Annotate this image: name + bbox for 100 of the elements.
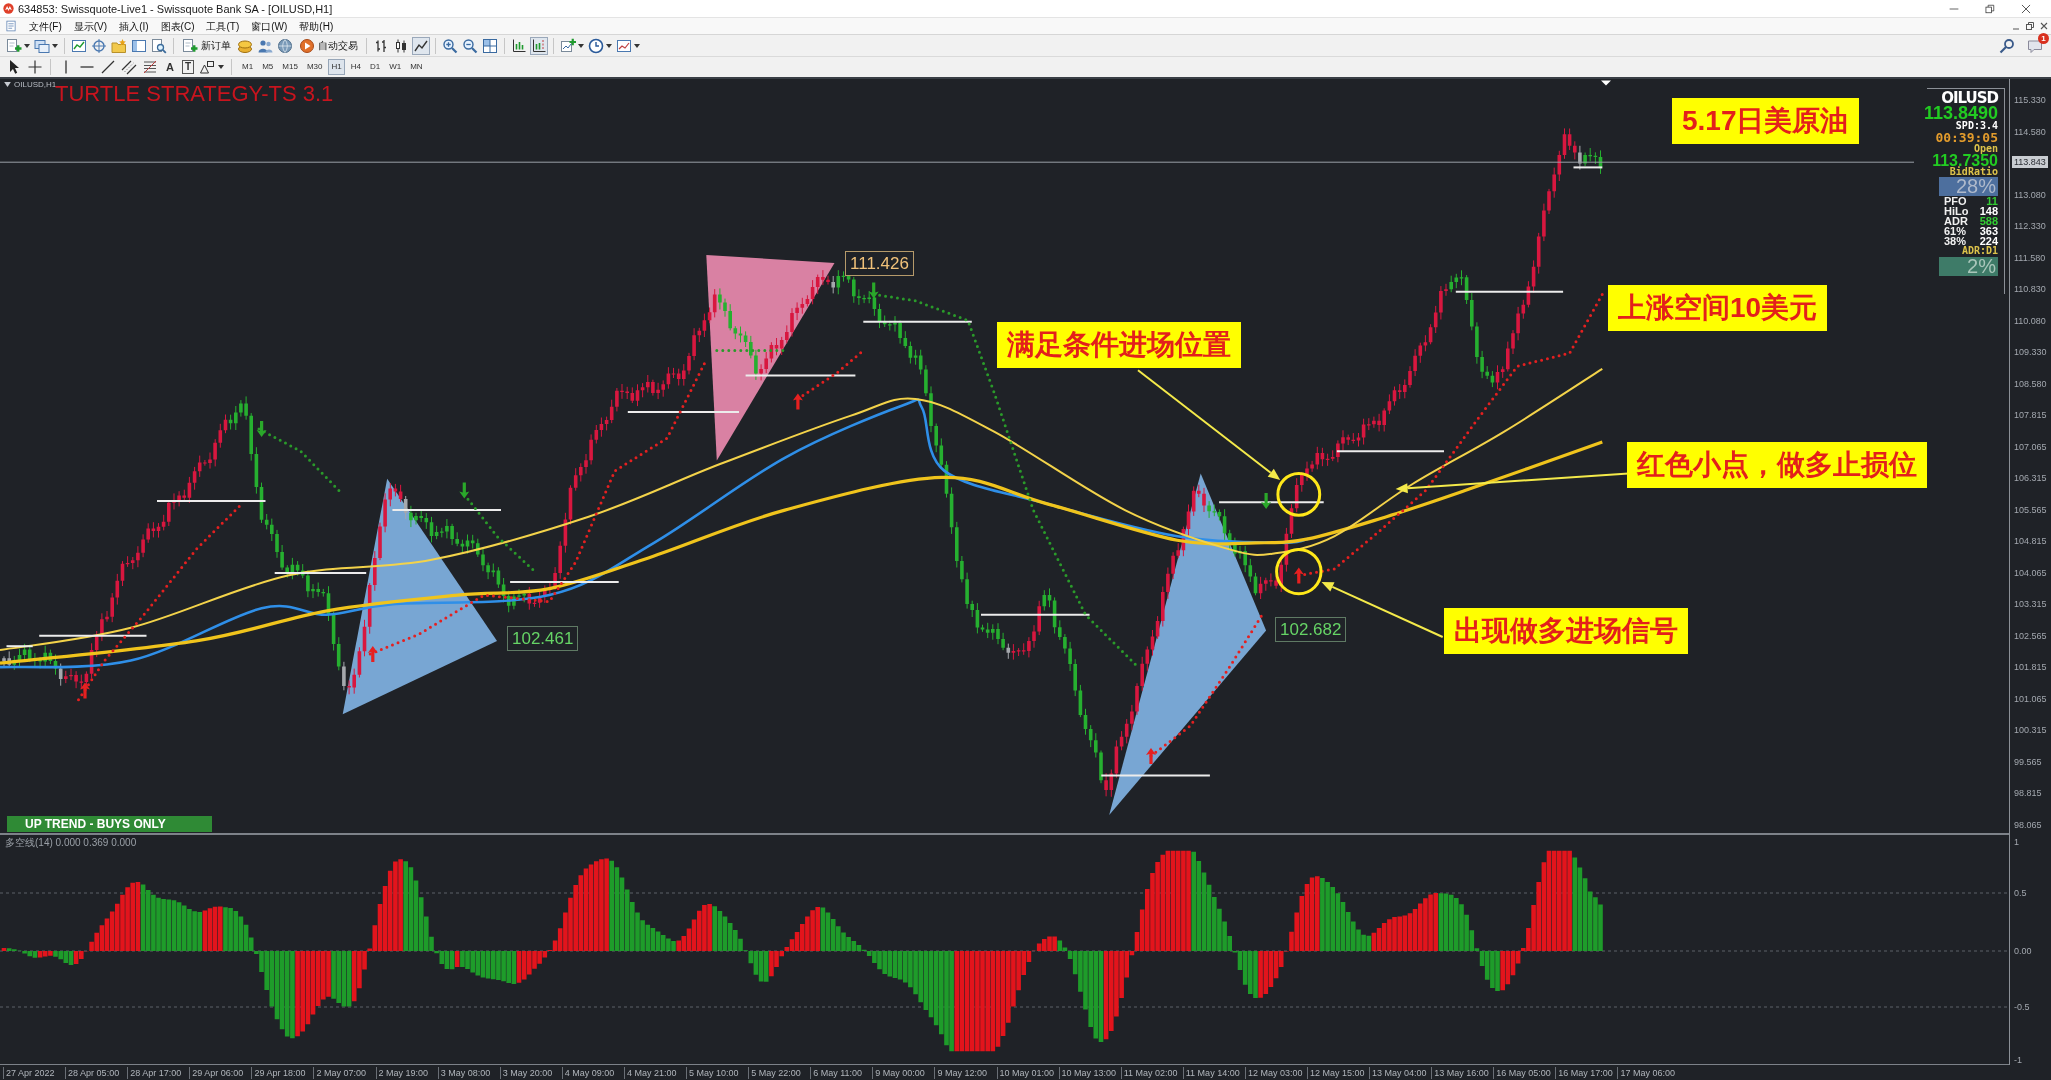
price-tag: 102.461: [507, 626, 579, 651]
caret-icon[interactable]: [578, 43, 584, 48]
timeframe-tab[interactable]: M15: [279, 59, 301, 75]
price-axis-label: 98.065: [2014, 818, 2042, 831]
down-arrow-icon: [459, 482, 470, 499]
folder-star-icon[interactable]: [111, 37, 127, 54]
stat-value: 224: [1979, 236, 1998, 246]
indicator-axis-label: -0.5: [2014, 1001, 2030, 1013]
menu-item[interactable]: 工具(T): [200, 18, 246, 34]
level-line: [1572, 166, 1604, 169]
stat-value: 588: [1979, 216, 1998, 226]
chart-shift-icon[interactable]: [531, 37, 547, 54]
menu-item[interactable]: 插入(I): [113, 18, 155, 34]
timeframe-tab[interactable]: M5: [259, 59, 277, 75]
document-plus-icon[interactable]: [6, 37, 22, 54]
zoom-in-icon[interactable]: [442, 37, 458, 54]
timeframe-tab[interactable]: H4: [347, 59, 364, 75]
timeframe-tab[interactable]: M30: [303, 59, 326, 75]
people-icon[interactable]: [257, 37, 273, 54]
text-tool-button[interactable]: A: [163, 59, 177, 75]
price-axis-label: 107.065: [2014, 440, 2047, 453]
new-order-button[interactable]: 新订单: [180, 35, 233, 56]
level-lines-icon[interactable]: [142, 59, 158, 75]
timeframe-tab[interactable]: H1: [328, 59, 345, 75]
document-magnifier-icon[interactable]: [151, 37, 167, 54]
close-icon[interactable]: [2040, 22, 2048, 30]
indicator-label: 多空线(14) 0.000 0.369 0.000: [5, 837, 137, 849]
annotation-label: 上涨空间10美元: [1608, 285, 1828, 331]
chart-title: TURTLE STRATEGY-TS 3.1: [55, 82, 334, 106]
caret-icon[interactable]: [606, 43, 612, 48]
timeframe-tab[interactable]: D1: [366, 59, 384, 75]
chart-window-icon[interactable]: [71, 37, 87, 54]
stat-label: HiLo: [1944, 206, 1969, 216]
down-arrow-icon: [868, 282, 879, 299]
label-tool-button[interactable]: T: [181, 60, 195, 74]
coins-icon[interactable]: [237, 37, 253, 54]
spread-text: SPD:3.4: [1955, 121, 1998, 131]
time-axis-label: 11 May 14:00: [1182, 1066, 1245, 1079]
close-icon[interactable]: [2021, 3, 2031, 14]
price-axis-label: 109.330: [2014, 346, 2047, 358]
search-icon[interactable]: [1999, 37, 2015, 54]
caret-icon[interactable]: [218, 65, 225, 69]
caret-icon[interactable]: [634, 43, 640, 48]
caret-icon[interactable]: [52, 43, 58, 48]
crosshair-icon[interactable]: [27, 59, 43, 75]
time-axis-label: 12 May 15:00: [1306, 1066, 1370, 1079]
price-axis-label: 113.080: [2014, 188, 2046, 201]
channel-icon[interactable]: [121, 59, 137, 75]
notification-badge[interactable]: 1: [2038, 32, 2049, 44]
restore-icon[interactable]: [2026, 22, 2034, 30]
chart-template-icon[interactable]: [616, 37, 632, 54]
time-axis-label: 16 May 05:00: [1493, 1066, 1556, 1079]
price-axis-label: 106.315: [2014, 472, 2047, 484]
chat-bubble-icon[interactable]: [2027, 37, 2043, 54]
line-chart-icon[interactable]: [413, 37, 429, 54]
price-axis-label: 104.065: [2014, 566, 2047, 579]
time-axis-label: 29 Apr 06:00: [189, 1066, 252, 1079]
chart-plus-icon[interactable]: [560, 37, 576, 54]
price-axis-label: 102.565: [2014, 629, 2047, 642]
menu-item[interactable]: 显示(V): [67, 18, 114, 34]
menu-item[interactable]: 文件(F): [23, 18, 68, 34]
globe-icon[interactable]: [277, 37, 293, 54]
bid-ratio-value: 28%: [1939, 177, 1998, 196]
chart-bars-icon[interactable]: [511, 37, 527, 54]
caret-icon[interactable]: [24, 43, 30, 48]
level-line: [5, 645, 34, 648]
trend-line-icon[interactable]: [100, 59, 116, 75]
time-axis-label: 16 May 17:00: [1555, 1066, 1618, 1079]
menu-item[interactable]: 图表(C): [154, 18, 201, 34]
timeframe-tab[interactable]: W1: [386, 59, 405, 75]
time-axis-label: 2 May 19:00: [375, 1066, 438, 1079]
stat-value: 148: [1979, 206, 1998, 216]
timeframe-tab[interactable]: M1: [239, 59, 257, 75]
crosshair-circle-icon[interactable]: [91, 37, 107, 54]
bid-price: 113.8490: [1923, 106, 1998, 121]
indicator-axis-label: -1: [2014, 1054, 2022, 1066]
menu-item[interactable]: 窗口(W): [245, 18, 294, 34]
candlestick-icon[interactable]: [393, 37, 409, 54]
time-axis-label: 9 May 12:00: [934, 1066, 997, 1079]
auto-trading-button[interactable]: 自动交易: [297, 35, 360, 56]
highlight-circle: [1275, 547, 1323, 596]
tile-grid-icon[interactable]: [482, 37, 498, 54]
time-axis-label: 11 May 02:00: [1120, 1066, 1183, 1079]
zoom-out-icon[interactable]: [462, 37, 478, 54]
restore-icon[interactable]: [1985, 3, 1995, 14]
stat-value: 363: [1979, 226, 1998, 236]
shapes-icon[interactable]: [199, 59, 216, 75]
price-axis-label: 101.815: [2014, 661, 2047, 673]
time-axis-label: 10 May 01:00: [996, 1066, 1059, 1079]
price-axis-label: 114.580: [2014, 125, 2046, 138]
menu-item[interactable]: 帮助(H): [293, 18, 340, 34]
timeframe-tab[interactable]: MN: [407, 59, 426, 75]
price-axis-label: 112.330: [2014, 220, 2046, 232]
price-axis-label: 103.315: [2014, 598, 2047, 610]
side-panel-icon[interactable]: [131, 37, 147, 54]
price-axis-label: 98.815: [2014, 787, 2042, 799]
bar-chart-icon[interactable]: [373, 37, 389, 54]
current-price-label: 113.843: [2012, 156, 2048, 168]
window-stack-icon[interactable]: [34, 37, 50, 54]
clock-icon[interactable]: [588, 37, 604, 54]
